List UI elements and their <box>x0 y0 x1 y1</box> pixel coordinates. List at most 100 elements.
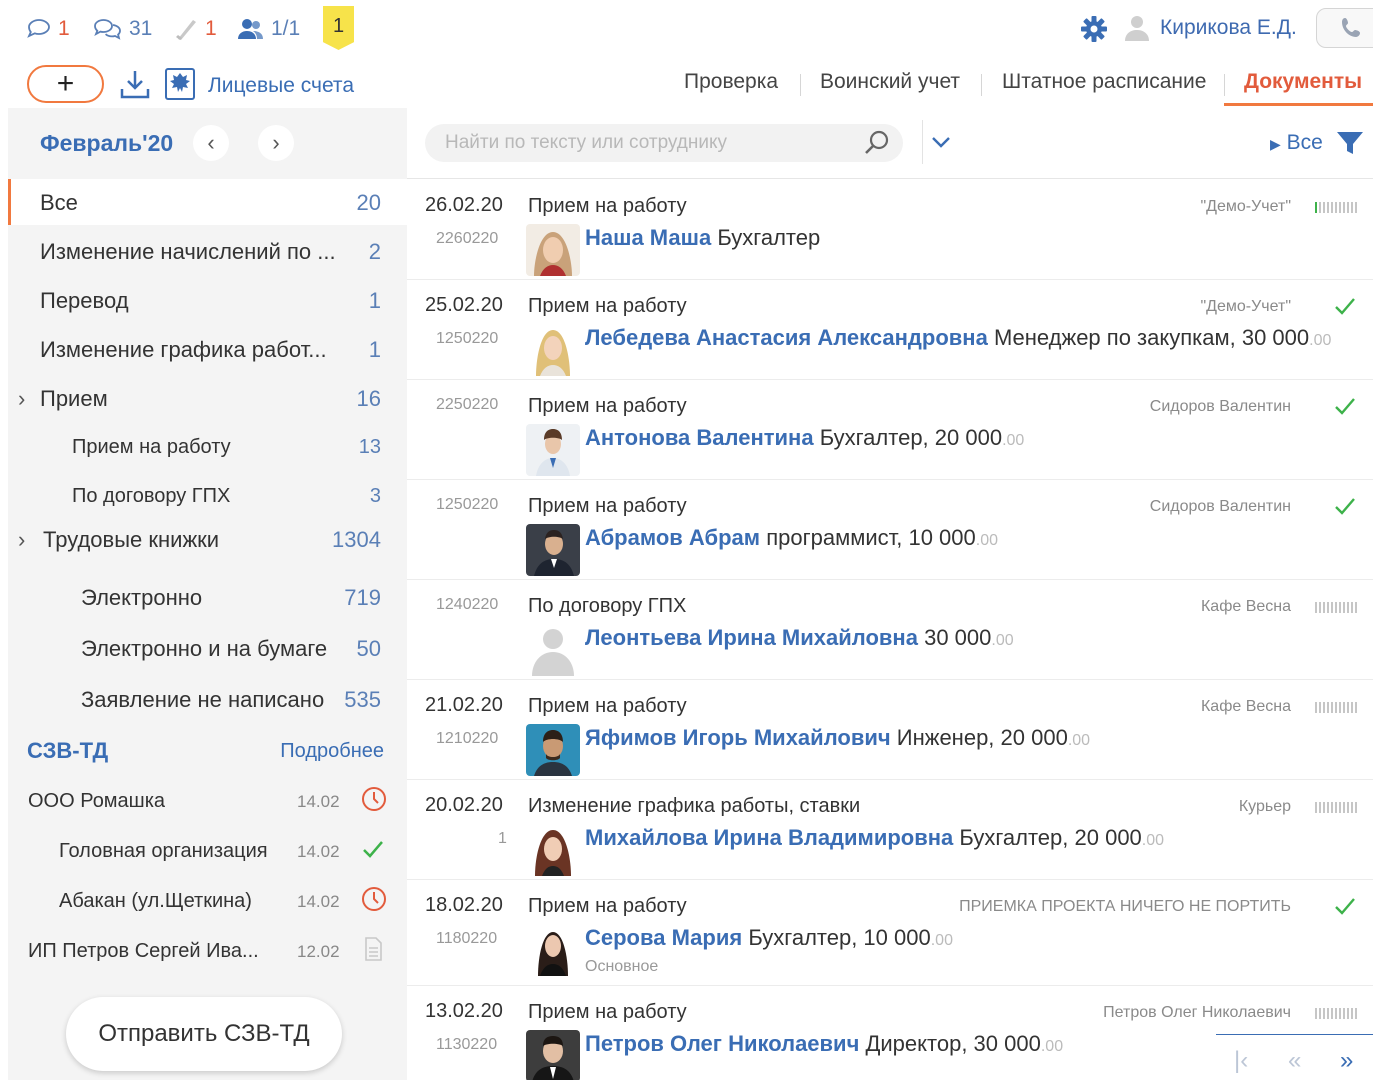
doc-type: По договору ГПХ <box>528 595 687 617</box>
comment-icon <box>27 19 50 38</box>
pagination: |‹ « » <box>1216 1034 1373 1080</box>
calls-counter[interactable]: 1 <box>173 14 217 44</box>
employee-name[interactable]: Серова Мария <box>585 925 742 950</box>
doc-org: Сидоров Валентин <box>1149 398 1291 415</box>
search-input[interactable] <box>445 130 865 156</box>
salary-kopecks: .00 <box>1141 832 1165 849</box>
search-divider <box>922 120 923 164</box>
category-subitem[interactable]: Электронно и на бумаге 50 <box>8 625 407 671</box>
document-row[interactable]: 25.02.20 1250220 Прием на работу "Демо-У… <box>407 280 1373 380</box>
notification-badge[interactable]: 1 <box>323 6 354 50</box>
tab-military[interactable]: Воинский учет <box>820 70 960 94</box>
document-row[interactable]: 1240220 По договору ГПХ Кафе Весна Леонт… <box>407 580 1373 680</box>
doc-type: Прием на работу <box>528 1001 687 1023</box>
category-subitem[interactable]: Заявление не написано 535 <box>8 676 407 722</box>
category-subitem[interactable]: Электронно 719 <box>8 574 407 620</box>
next-page-button[interactable]: » <box>1340 1047 1353 1075</box>
category-label: Электронно и на бумаге <box>81 636 328 661</box>
gear-icon[interactable] <box>1078 13 1110 45</box>
chat-icon <box>94 19 121 40</box>
list-top-divider <box>407 178 1373 179</box>
category-count: 2 <box>368 239 381 264</box>
szv-org-row[interactable]: Абакан (ул.Щеткина) 14.02 <box>8 882 407 922</box>
szv-org-row[interactable]: ИП Петров Сергей Ива... 12.02 <box>8 932 407 972</box>
employee-name[interactable]: Петров Олег Николаевич <box>585 1031 859 1056</box>
avatar <box>526 324 580 376</box>
comments-counter[interactable]: 1 <box>26 14 70 44</box>
category-all[interactable]: Все 20 <box>8 179 407 225</box>
sidebar: Февраль'20 ‹ › Все 20 Изменение начислен… <box>8 108 407 1080</box>
avatar <box>526 824 580 876</box>
send-szv-button[interactable]: Отправить СЗВ-ТД <box>66 997 342 1071</box>
filter-icon[interactable] <box>1336 130 1364 156</box>
tab-staffing[interactable]: Штатное расписание <box>1002 70 1206 94</box>
doc-type: Прием на работу <box>528 695 687 717</box>
document-row[interactable]: 18.02.20 1180220 Прием на работу ПРИЕМКА… <box>407 880 1373 986</box>
document-row[interactable]: 20.02.20 1 Изменение графика работы, ста… <box>407 780 1373 880</box>
chevron-right-icon[interactable]: › <box>18 527 25 553</box>
doc-employee: Антонова Валентина Бухгалтер, 20 000.00 <box>585 425 1024 451</box>
section-tabs: Проверка Воинский учет Штатное расписани… <box>0 70 1373 106</box>
top-bar: 1 31 1 1/1 1 Кирикова Е.Д. <box>0 0 1373 58</box>
check-icon <box>1335 398 1355 415</box>
avatar-placeholder-icon <box>526 624 580 676</box>
chevron-right-icon[interactable]: › <box>18 386 25 412</box>
employee-name[interactable]: Абрамов Абрам <box>585 525 760 550</box>
org-label: Головная организация <box>59 840 268 862</box>
employee-name[interactable]: Лебедева Анастасия Александровна <box>585 325 988 350</box>
category-count: 16 <box>356 386 381 411</box>
users-counter[interactable]: 1/1 <box>237 14 300 44</box>
doc-org: Петров Олег Николаевич <box>1103 1004 1291 1021</box>
category-item[interactable]: Перевод 1 <box>8 277 407 323</box>
category-count: 1 <box>368 288 381 313</box>
avatar <box>526 224 580 276</box>
doc-employee: Леонтьева Ирина Михайловна 30 000.00 <box>585 625 1014 651</box>
search-bar <box>425 124 903 162</box>
doc-type: Прием на работу <box>528 395 687 417</box>
user-menu[interactable]: Кирикова Е.Д. <box>1124 14 1297 42</box>
document-row[interactable]: 1250220 Прием на работу Сидоров Валентин… <box>407 480 1373 580</box>
category-count: 719 <box>344 585 381 610</box>
chevron-down-icon[interactable] <box>930 134 952 150</box>
next-month-button[interactable]: › <box>258 125 294 161</box>
employee-name[interactable]: Наша Маша <box>585 225 711 250</box>
category-count: 535 <box>344 687 381 712</box>
chats-counter[interactable]: 31 <box>93 14 152 44</box>
document-row[interactable]: 26.02.20 2260220 Прием на работу "Демо-У… <box>407 180 1373 280</box>
employee-name[interactable]: Михайлова Ирина Владимировна <box>585 825 953 850</box>
szv-org-row[interactable]: ООО Ромашка 14.02 <box>8 782 407 822</box>
category-item[interactable]: Изменение начислений по ... 2 <box>8 228 407 274</box>
search-icon[interactable] <box>862 128 892 158</box>
doc-date: 21.02.20 <box>425 694 503 716</box>
category-group[interactable]: › Прием 16 <box>8 375 407 421</box>
doc-type: Прием на работу <box>528 495 687 517</box>
category-subitem[interactable]: Прием на работу 13 <box>8 425 407 471</box>
phone-icon <box>176 20 196 40</box>
prev-page-button[interactable]: « <box>1288 1047 1301 1075</box>
document-row[interactable]: 21.02.20 1210220 Прием на работу Кафе Ве… <box>407 680 1373 780</box>
doc-employee: Лебедева Анастасия Александровна Менедже… <box>585 325 1331 351</box>
category-subitem[interactable]: По договору ГПХ 3 <box>8 474 407 520</box>
tab-documents[interactable]: Документы <box>1244 70 1362 94</box>
category-label: По договору ГПХ <box>72 485 231 507</box>
tab-check[interactable]: Проверка <box>684 70 778 94</box>
filter-all-label: Все <box>1286 131 1323 154</box>
employee-name[interactable]: Антонова Валентина <box>585 425 814 450</box>
category-group[interactable]: › Трудовые книжки 1304 <box>8 516 407 562</box>
doc-number: 1250220 <box>436 496 499 513</box>
first-page-button[interactable]: |‹ <box>1234 1047 1248 1075</box>
document-row[interactable]: 2250220 Прием на работу Сидоров Валентин… <box>407 380 1373 480</box>
period-label[interactable]: Февраль'20 <box>40 130 173 157</box>
phone-tab[interactable] <box>1316 8 1373 48</box>
chevron-right-icon: › <box>272 130 280 155</box>
doc-employee: Наша Маша Бухгалтер <box>585 225 820 251</box>
category-item[interactable]: Изменение графика работ... 1 <box>8 326 407 372</box>
szv-more-link[interactable]: Подробнее <box>280 740 384 763</box>
employee-name[interactable]: Леонтьева Ирина Михайловна <box>585 625 918 650</box>
clock-icon <box>362 787 386 811</box>
prev-month-button[interactable]: ‹ <box>193 125 229 161</box>
filter-all[interactable]: ▶ Все <box>1270 131 1323 155</box>
employee-name[interactable]: Яфимов Игорь Михайлович <box>585 725 891 750</box>
doc-subtitle: Основное <box>585 958 659 975</box>
szv-org-row[interactable]: Головная организация 14.02 <box>8 832 407 872</box>
